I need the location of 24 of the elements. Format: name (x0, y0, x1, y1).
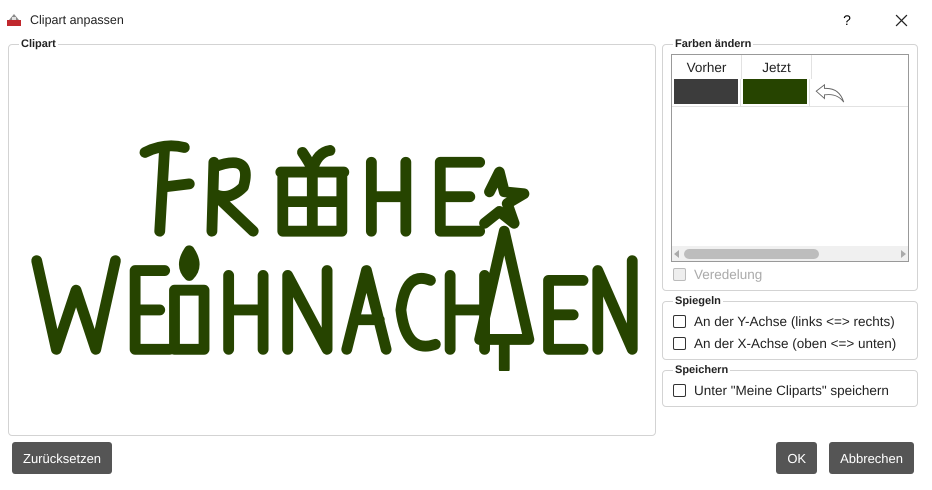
checkbox-label: Veredelung (694, 267, 762, 282)
group-label: Farben ändern (674, 38, 752, 50)
checkbox-label: An der Y-Achse (links <=> rechts) (694, 314, 895, 329)
color-swatch[interactable] (743, 79, 807, 104)
checkbox-label: Unter "Meine Cliparts" speichern (694, 383, 889, 398)
group-label: Spiegeln (674, 295, 722, 307)
checkbox[interactable] (673, 315, 686, 328)
close-icon (894, 14, 908, 26)
group-label: Clipart (20, 38, 57, 50)
cancel-button[interactable]: Abbrechen (829, 442, 914, 474)
scroll-left-icon[interactable] (674, 250, 680, 258)
horizontal-scrollbar[interactable] (672, 246, 908, 261)
undo-arrow-icon[interactable] (813, 82, 847, 104)
checkbox[interactable] (673, 337, 686, 350)
checkbox[interactable] (673, 384, 686, 397)
window-title: Clipart anpassen (30, 13, 125, 27)
ok-button[interactable]: OK (776, 442, 818, 474)
checkbox-label: An der X-Achse (oben <=> unten) (694, 336, 896, 351)
scroll-right-icon[interactable] (900, 250, 906, 258)
app-icon (6, 12, 22, 28)
help-button[interactable]: ? (824, 6, 870, 34)
color-swatch[interactable] (674, 79, 738, 104)
group-label: Speichern (674, 364, 730, 376)
reset-button[interactable]: Zurücksetzen (12, 442, 112, 474)
